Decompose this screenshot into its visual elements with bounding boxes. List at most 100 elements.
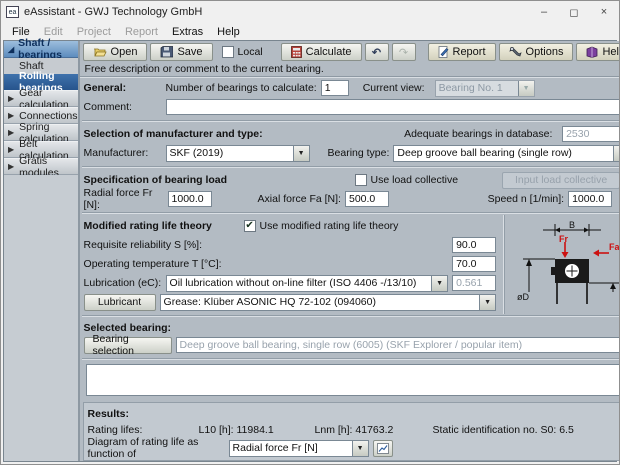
temperature-label: Operating temperature T [°C]:	[84, 258, 449, 270]
open-folder-icon	[93, 46, 107, 58]
bearings-count-label: Number of bearings to calculate:	[166, 82, 317, 94]
diagram-function-select[interactable]: Radial force Fr [N] ▼	[229, 440, 369, 457]
section-manufacturer: Selection of manufacturer and type: Adeq…	[80, 123, 620, 165]
lubricant-button[interactable]: Lubricant	[84, 294, 156, 311]
radial-force-label: Radial force Fr [N]:	[84, 187, 164, 211]
selected-bearing-title: Selected bearing:	[84, 322, 172, 334]
temperature-input[interactable]	[452, 256, 496, 272]
save-button[interactable]: Save	[150, 43, 212, 61]
app-window: ea eAssistant - GWJ Technology GmbH – ◻ …	[0, 0, 620, 465]
show-diagram-button[interactable]	[373, 440, 393, 457]
chevron-down-icon[interactable]: ▼	[479, 295, 495, 310]
options-button[interactable]: Options	[499, 43, 574, 61]
calculator-icon	[291, 46, 302, 58]
use-modified-rating-checkbox[interactable]: ✔	[244, 220, 256, 232]
local-checkbox[interactable]	[222, 46, 234, 58]
ec-value	[452, 275, 496, 291]
bearing-selection-label: Bearing selection	[93, 333, 163, 357]
bearing-type-label: Bearing type:	[328, 147, 390, 159]
report-document-icon	[438, 46, 449, 58]
maximize-button[interactable]: ◻	[559, 1, 589, 23]
chevron-down-icon[interactable]: ▼	[613, 146, 620, 161]
options-tool-icon	[509, 46, 522, 58]
lubrication-select[interactable]: Oil lubrication without on-line filter (…	[166, 275, 449, 292]
lnm-label: Lnm [h]:	[315, 424, 353, 436]
redo-icon: ↷	[399, 46, 408, 59]
dim-b-label: B	[569, 220, 575, 230]
s0-result: Static identification no. S0: 6.5	[433, 424, 574, 436]
use-load-collective-checkbox[interactable]	[355, 174, 367, 186]
input-load-collective-button[interactable]: Input load collective	[502, 172, 620, 189]
chevron-down-icon[interactable]: ▼	[352, 441, 368, 456]
l10-label: L10 [h]:	[199, 424, 234, 436]
general-title: General:	[84, 82, 162, 94]
report-button[interactable]: Report	[428, 43, 496, 61]
triangle-closed-icon: ▶	[8, 128, 14, 137]
sidebar-filler	[4, 175, 78, 461]
comment-input[interactable]	[166, 99, 620, 115]
app-icon: ea	[6, 6, 19, 18]
help-button[interactable]: Help	[576, 43, 620, 61]
close-button[interactable]: ×	[589, 1, 619, 23]
separator	[82, 212, 620, 214]
current-view-select[interactable]: Bearing No. 1 ▼	[435, 80, 535, 97]
diagram-function-value: Radial force Fr [N]	[230, 441, 352, 456]
redo-button[interactable]: ↷	[392, 43, 416, 61]
use-load-collective-label: Use load collective	[371, 174, 459, 186]
chevron-down-icon[interactable]: ▼	[293, 146, 309, 161]
sidebar: ◢ Shaft / bearings Shaft Rolling bearing…	[4, 41, 80, 461]
input-load-collective-label: Input load collective	[515, 174, 607, 186]
local-checkbox-group[interactable]: Local	[216, 46, 269, 58]
speed-input[interactable]	[568, 191, 612, 207]
save-button-label: Save	[177, 46, 202, 58]
triangle-closed-icon: ▶	[8, 145, 14, 154]
sidebar-group-gratis-modules[interactable]: ▶ Gratis modules	[4, 158, 78, 175]
minimize-button[interactable]: –	[529, 1, 559, 23]
options-button-label: Options	[526, 46, 564, 58]
lubricant-button-label: Lubricant	[98, 296, 141, 308]
report-button-label: Report	[453, 46, 486, 58]
window-title: eAssistant - GWJ Technology GmbH	[24, 6, 529, 18]
diagram-function-label: Diagram of rating life as function of	[88, 436, 225, 460]
chevron-down-icon[interactable]: ▼	[431, 276, 447, 291]
lubricant-select[interactable]: Grease: Klüber ASONIC HQ 72-102 (094060)…	[160, 294, 497, 311]
manufacturer-label: Manufacturer:	[84, 147, 162, 159]
dim-outer-diameter-label: øD	[517, 292, 529, 302]
bearing-type-value: Deep groove ball bearing (single row)	[394, 146, 613, 161]
triangle-open-icon: ◢	[8, 45, 14, 54]
current-view-value: Bearing No. 1	[436, 81, 518, 96]
manufacturer-section-title: Selection of manufacturer and type:	[84, 128, 401, 140]
triangle-closed-icon: ▶	[8, 162, 14, 171]
chart-icon	[377, 443, 389, 454]
bearings-count-input[interactable]	[321, 80, 349, 96]
results-panel: Results: Rating lifes: L10 [h]: 11984.1 …	[83, 402, 620, 461]
reliability-input[interactable]	[452, 237, 496, 253]
s0-value: 6.5	[559, 424, 574, 436]
sidebar-group-gear-calculation[interactable]: ▶ Gear calculation	[4, 90, 78, 107]
menu-extras[interactable]: Extras	[165, 25, 210, 39]
bearing-selection-button[interactable]: Bearing selection	[84, 337, 172, 354]
lnm-value: 41763.2	[355, 424, 393, 436]
rating-lifes-label: Rating lifes:	[88, 424, 195, 436]
manufacturer-select[interactable]: SKF (2019) ▼	[166, 145, 310, 162]
separator	[82, 166, 620, 168]
results-title: Results:	[88, 408, 129, 420]
s0-label: Static identification no. S0:	[433, 424, 557, 436]
bearing-type-select[interactable]: Deep groove ball bearing (single row) ▼	[393, 145, 620, 162]
calculate-button[interactable]: Calculate	[281, 43, 362, 61]
triangle-closed-icon: ▶	[8, 111, 14, 120]
section-life: Modified rating life theory ✔ Use modifi…	[80, 215, 620, 314]
sidebar-group-shaft-bearings[interactable]: ◢ Shaft / bearings	[4, 41, 78, 58]
comment-label: Comment:	[84, 101, 162, 113]
section-selected-bearing: Selected bearing: Bearing selection	[80, 318, 620, 357]
undo-button[interactable]: ↶	[365, 43, 389, 61]
force-fr-label: Fr	[559, 234, 568, 244]
open-button[interactable]: Open	[83, 43, 148, 61]
calculate-button-label: Calculate	[306, 46, 352, 58]
chevron-down-icon[interactable]: ▼	[518, 81, 534, 96]
load-section-title: Specification of bearing load	[84, 174, 351, 186]
l10-value: 11984.1	[236, 424, 273, 436]
radial-force-input[interactable]	[168, 191, 212, 207]
menu-help[interactable]: Help	[210, 25, 247, 39]
axial-force-input[interactable]	[345, 191, 389, 207]
